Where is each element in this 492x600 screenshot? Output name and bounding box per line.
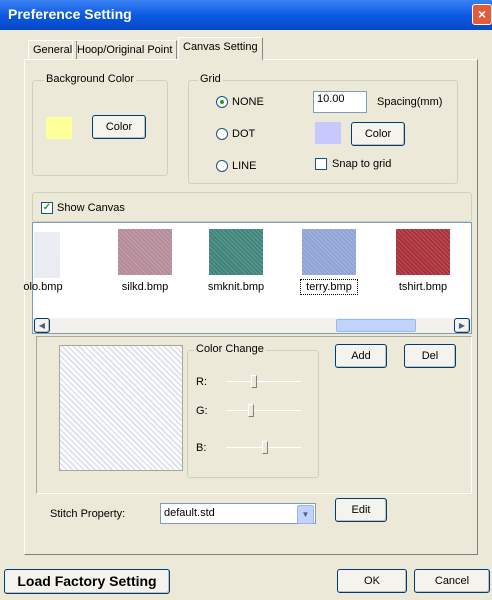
thumbnail-image[interactable] bbox=[118, 229, 172, 275]
thumbnail-label: silkd.bmp bbox=[121, 281, 169, 293]
thumbnail-image[interactable] bbox=[302, 229, 356, 275]
add-button[interactable]: Add bbox=[335, 344, 387, 368]
grid-spacing-input[interactable]: 10.00 bbox=[313, 91, 367, 113]
blue-label: B: bbox=[196, 442, 207, 454]
grid-none-label: NONE bbox=[232, 96, 264, 108]
stitch-property-value: default.std bbox=[164, 507, 215, 519]
red-slider-handle[interactable] bbox=[251, 375, 257, 388]
snap-to-grid-checkbox[interactable] bbox=[315, 158, 327, 170]
blue-slider-handle[interactable] bbox=[262, 441, 268, 454]
show-canvas-checkbox[interactable]: ✓ bbox=[41, 202, 53, 214]
thumbnail-image[interactable] bbox=[209, 229, 263, 275]
close-icon: × bbox=[477, 6, 487, 22]
thumbnail-label: olo.bmp bbox=[23, 281, 63, 293]
color-change-legend: Color Change bbox=[194, 343, 266, 355]
canvas-preview-image bbox=[59, 345, 183, 471]
green-slider-track[interactable] bbox=[226, 410, 301, 411]
tab-canvas-setting[interactable]: Canvas Setting bbox=[178, 37, 263, 60]
tab-hoop-original-point[interactable]: Hoop/Original Point bbox=[72, 40, 178, 59]
edit-button[interactable]: Edit bbox=[335, 498, 387, 522]
cancel-button[interactable]: Cancel bbox=[414, 569, 490, 593]
grid-spacing-label: Spacing(mm) bbox=[377, 96, 443, 108]
background-color-button[interactable]: Color bbox=[92, 115, 146, 139]
green-slider-handle[interactable] bbox=[248, 404, 254, 417]
show-canvas-label: Show Canvas bbox=[57, 202, 125, 214]
grid-dot-radio[interactable] bbox=[216, 128, 228, 140]
grid-line-label: LINE bbox=[232, 160, 257, 172]
stitch-property-select[interactable]: default.std ▼ bbox=[160, 503, 316, 524]
grid-dot-label: DOT bbox=[232, 128, 256, 140]
grid-color-button[interactable]: Color bbox=[351, 122, 405, 146]
red-label: R: bbox=[196, 376, 207, 388]
scrollbar-thumb[interactable] bbox=[336, 319, 416, 332]
dropdown-arrow-icon[interactable]: ▼ bbox=[297, 505, 314, 524]
background-color-legend: Background Color bbox=[44, 73, 137, 85]
scroll-right-button[interactable]: ▶ bbox=[454, 318, 470, 333]
close-button[interactable]: × bbox=[472, 4, 492, 25]
thumbnail-image[interactable] bbox=[396, 229, 450, 275]
grid-none-radio[interactable] bbox=[216, 96, 228, 108]
thumbnail-label: smknit.bmp bbox=[207, 281, 265, 293]
grid-legend: Grid bbox=[198, 73, 223, 85]
stitch-property-label: Stitch Property: bbox=[50, 508, 126, 520]
load-factory-setting-button[interactable]: Load Factory Setting bbox=[4, 569, 170, 594]
thumbnail-label: terry.bmp bbox=[306, 281, 352, 293]
ok-button[interactable]: OK bbox=[337, 569, 407, 593]
red-slider-track[interactable] bbox=[226, 381, 301, 382]
tab-general[interactable]: General bbox=[28, 40, 78, 59]
snap-to-grid-label: Snap to grid bbox=[332, 158, 392, 170]
thumbnail-image[interactable] bbox=[34, 232, 60, 278]
grid-line-radio[interactable] bbox=[216, 160, 228, 172]
window-title: Preference Setting bbox=[8, 6, 132, 22]
thumbnail-label: tshirt.bmp bbox=[398, 281, 448, 293]
del-button[interactable]: Del bbox=[404, 344, 456, 368]
background-color-swatch bbox=[46, 117, 72, 139]
scroll-left-button[interactable]: ◀ bbox=[34, 318, 50, 333]
grid-color-swatch bbox=[315, 122, 341, 144]
green-label: G: bbox=[196, 405, 208, 417]
